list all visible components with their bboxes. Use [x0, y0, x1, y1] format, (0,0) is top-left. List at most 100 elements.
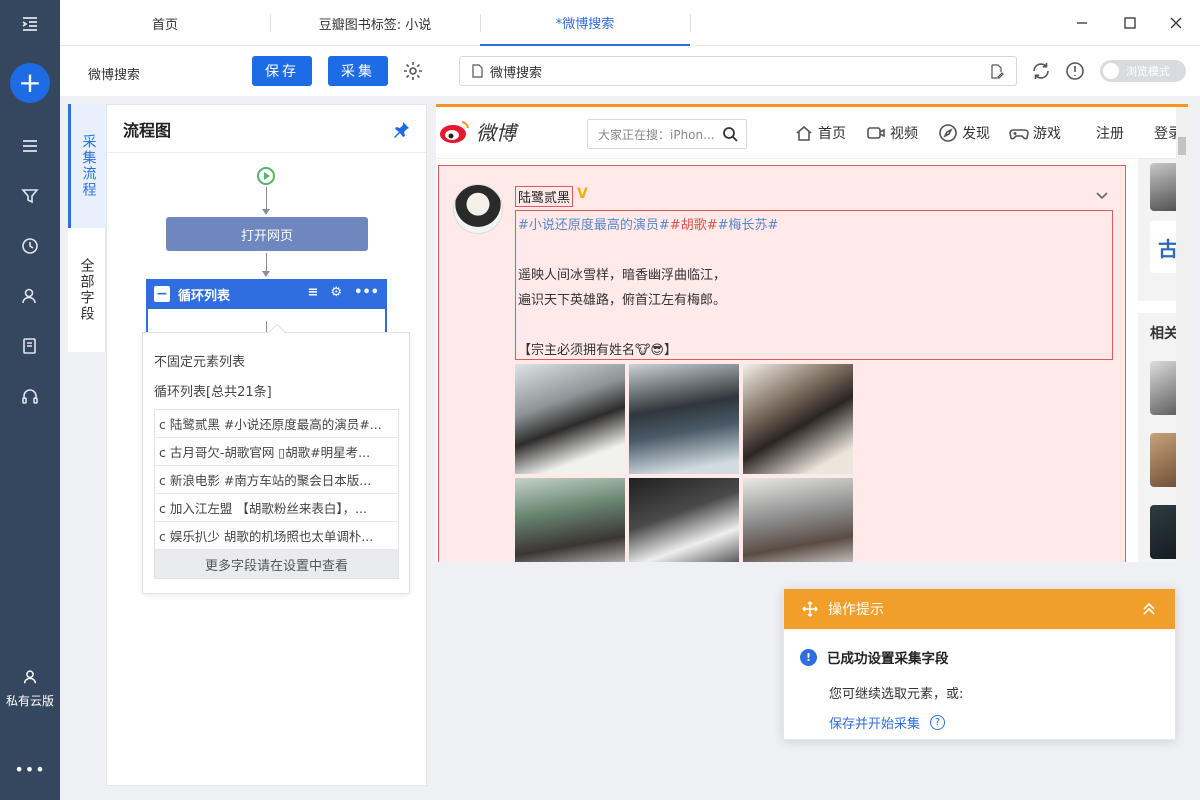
hint-title: 操作提示: [828, 602, 884, 618]
document-icon[interactable]: [0, 326, 60, 366]
photo-thumbnail[interactable]: [629, 364, 739, 474]
tab-bar: 首页 豆瓣图书标签: 小说 *微博搜索: [60, 0, 1200, 46]
collect-button[interactable]: 采集: [328, 56, 388, 86]
page-icon: [472, 64, 483, 78]
post-author[interactable]: 陆鹭贰黑: [515, 186, 574, 207]
chevron-down-icon[interactable]: [1095, 188, 1109, 202]
search-icon[interactable]: [722, 126, 738, 142]
weibo-logo[interactable]: 微博: [438, 117, 516, 146]
tab-collect-flow[interactable]: 采集流程: [68, 104, 106, 228]
photo-thumbnail[interactable]: [629, 478, 739, 562]
list-item[interactable]: c 新浪电影 #南方车站的聚会日本版...: [155, 466, 398, 494]
operation-hint-panel: 操作提示 ! 已成功设置采集字段 您可继续选取元素，或: 保存并开始采集 ?: [783, 588, 1176, 740]
weibo-nav-register[interactable]: 注册: [1096, 123, 1124, 143]
gear-icon[interactable]: ⚙: [330, 285, 342, 300]
headset-icon[interactable]: [0, 376, 60, 416]
save-and-collect-link[interactable]: 保存并开始采集 ?: [829, 713, 946, 732]
list-type-label: 不固定元素列表: [154, 355, 246, 370]
post-topics: #小说还原度最高的演员##胡歌##梅长苏#: [518, 213, 1110, 238]
info-icon[interactable]: [1064, 60, 1086, 82]
tab-douban[interactable]: 豆瓣图书标签: 小说: [270, 0, 480, 46]
home-icon: [796, 125, 812, 141]
flow-title: 流程图: [123, 120, 172, 140]
connector-line: [266, 253, 267, 273]
url-bar[interactable]: 微博搜索: [459, 56, 1017, 86]
topic-link[interactable]: #梅长苏#: [718, 218, 779, 233]
more-button[interactable]: •••: [0, 760, 60, 779]
close-icon[interactable]: [1152, 0, 1200, 46]
tab-home[interactable]: 首页: [80, 0, 250, 46]
flow-header: 流程图: [107, 105, 426, 153]
tab-divider: [690, 14, 691, 32]
weibo-nav-video[interactable]: 视频: [866, 123, 918, 143]
photo-thumbnail[interactable]: [743, 478, 853, 562]
maximize-icon[interactable]: [1106, 0, 1154, 46]
gamepad-icon: [1009, 129, 1029, 140]
help-icon[interactable]: ?: [930, 715, 946, 730]
weibo-search-input[interactable]: 大家正在搜：iPhon...: [587, 119, 747, 149]
weibo-post-card[interactable]: 陆鹭贰黑 V #小说还原度最高的演员##胡歌##梅长苏# 遥映人间冰雪样，暗香幽…: [438, 165, 1126, 562]
topic-link[interactable]: #胡歌#: [670, 218, 718, 233]
weibo-nav-game[interactable]: 游戏: [1009, 123, 1061, 143]
loop-items-list: c 陆鹭贰黑 #小说还原度最高的演员#... c 古月哥欠-胡歌官网 ▯胡歌#明…: [154, 409, 399, 579]
start-node-icon: [257, 167, 275, 185]
save-and-collect-label: 保存并开始采集: [829, 717, 921, 732]
topic-link[interactable]: #小说还原度最高的演员#: [518, 218, 670, 233]
collapse-menu-icon[interactable]: [0, 4, 60, 44]
weibo-nav-game-label: 游戏: [1033, 126, 1061, 142]
list-icon[interactable]: ≡: [308, 285, 319, 300]
collapse-up-icon[interactable]: [1141, 601, 1157, 617]
hint-text: 您可继续选取元素，或:: [829, 687, 964, 702]
settings-gear-icon[interactable]: [402, 60, 424, 82]
history-icon[interactable]: [0, 226, 60, 266]
scrollbar-thumb[interactable]: [1178, 137, 1186, 155]
related-label: 相关: [1150, 326, 1178, 342]
verified-badge-icon: V: [577, 186, 588, 202]
weibo-logo-text: 微博: [476, 121, 516, 145]
pin-icon[interactable]: [392, 121, 410, 139]
collapse-icon[interactable]: −: [154, 286, 170, 302]
hint-header[interactable]: 操作提示: [784, 589, 1175, 629]
refresh-icon[interactable]: [1030, 60, 1052, 82]
list-item[interactable]: c 加入江左盟 【胡歌粉丝来表白】，...: [155, 494, 398, 522]
avatar[interactable]: [453, 184, 503, 234]
move-icon[interactable]: [802, 601, 818, 617]
weibo-nav-home[interactable]: 首页: [794, 123, 846, 143]
weibo-nav-discover[interactable]: 发现: [938, 123, 990, 143]
edit-url-icon[interactable]: [989, 64, 1004, 79]
save-button[interactable]: 保存: [252, 56, 312, 86]
url-value: 微博搜索: [490, 65, 543, 81]
list-item[interactable]: c 陆鹭贰黑 #小说还原度最高的演员#...: [155, 410, 398, 438]
post-line: 遥映人间冰雪样，暗香幽浮曲临江，: [518, 268, 727, 283]
post-line: 【宗主必须拥有姓名🐮😎】: [518, 343, 677, 358]
minimize-icon[interactable]: [1058, 0, 1106, 46]
toggle-knob: [1103, 63, 1119, 79]
team-icon[interactable]: [0, 276, 60, 316]
new-task-button[interactable]: +: [10, 63, 50, 103]
tab-all-fields[interactable]: 全部字段: [68, 228, 106, 352]
compass-icon: [939, 124, 957, 142]
hint-status-text: 已成功设置采集字段: [827, 651, 949, 667]
hint-status: ! 已成功设置采集字段: [800, 647, 949, 667]
list-count-label: 循环列表[总共21条]: [154, 385, 272, 400]
browse-mode-toggle[interactable]: 浏览模式: [1100, 60, 1186, 82]
list-item[interactable]: c 古月哥欠-胡歌官网 ▯胡歌#明星考...: [155, 438, 398, 466]
filter-icon[interactable]: [0, 176, 60, 216]
left-nav-rail: + 私有云版 •••: [0, 0, 60, 800]
more-icon[interactable]: •••: [354, 285, 379, 300]
task-list-icon[interactable]: [0, 126, 60, 166]
photo-thumbnail[interactable]: [743, 364, 853, 474]
list-item[interactable]: c 娱乐扒少 胡歌的机场照也太单调朴...: [155, 522, 398, 550]
photo-thumbnail[interactable]: [515, 364, 625, 474]
toolbar: 微博搜索 保存 采集 微博搜索 浏览模式: [60, 46, 1200, 96]
open-page-node[interactable]: 打开网页: [166, 217, 368, 251]
photo-thumbnail[interactable]: [515, 478, 625, 562]
tab-weibo-search[interactable]: *微博搜索: [480, 0, 690, 46]
private-cloud-button[interactable]: 私有云版: [0, 668, 60, 709]
weibo-nav-discover-label: 发现: [962, 126, 990, 142]
private-cloud-label: 私有云版: [5, 694, 54, 708]
loop-list-header[interactable]: − 循环列表 ≡ ⚙ •••: [146, 279, 387, 309]
browser-scrollbar[interactable]: [1176, 107, 1188, 562]
post-line: 遍识天下英雄路，俯首江左有梅郎。: [518, 293, 727, 308]
weibo-header: 微博 大家正在搜：iPhon... 首页 视频 发现 游戏 注册 登录: [436, 107, 1188, 159]
